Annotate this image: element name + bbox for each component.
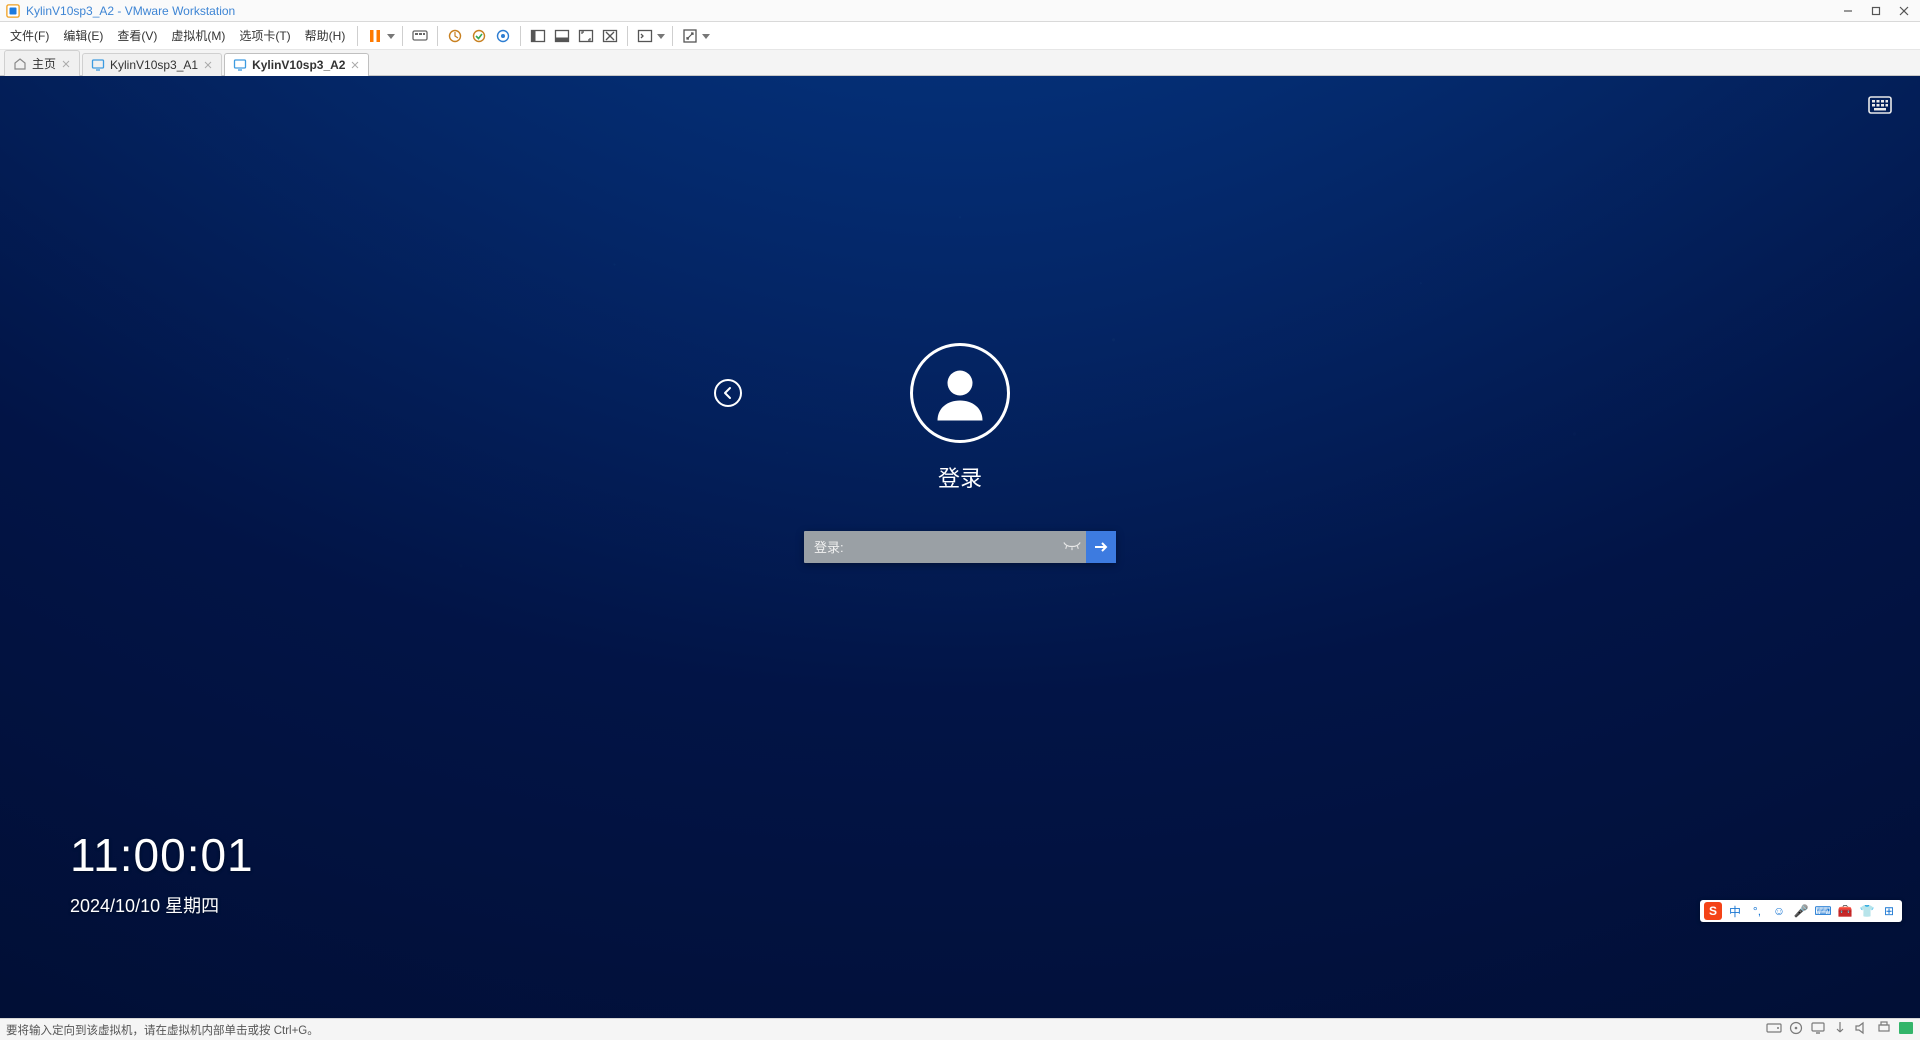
guest-display[interactable]: 登录 登录: 11:00:01 2024/10/10 星期四 S 中 °, ☺ … xyxy=(0,76,1920,1018)
console-icon[interactable] xyxy=(634,25,656,47)
net-icon[interactable] xyxy=(1810,1021,1826,1038)
sound-icon[interactable] xyxy=(1854,1021,1870,1038)
menubar: 文件(F) 编辑(E) 查看(V) 虚拟机(M) 选项卡(T) 帮助(H) xyxy=(0,22,1920,50)
ime-emoji-icon[interactable]: ☺ xyxy=(1770,902,1788,920)
close-button[interactable] xyxy=(1894,3,1914,19)
separator xyxy=(520,26,521,46)
tab-vm-a1-label: KylinV10sp3_A1 xyxy=(110,58,198,72)
snapshot-revert-icon[interactable] xyxy=(468,25,490,47)
ime-punc-icon[interactable]: °, xyxy=(1748,902,1766,920)
power-dropdown[interactable] xyxy=(386,25,396,47)
ime-mic-icon[interactable]: 🎤 xyxy=(1792,902,1810,920)
reveal-password-icon[interactable] xyxy=(1058,531,1086,563)
clock-date: 2024/10/10 星期四 xyxy=(70,892,254,918)
menu-vm[interactable]: 虚拟机(M) xyxy=(165,23,231,48)
statusbar-hint: 要将输入定向到该虚拟机，请在虚拟机内部单击或按 Ctrl+G。 xyxy=(6,1022,319,1038)
stretch-icon[interactable] xyxy=(679,25,701,47)
send-cad-icon[interactable] xyxy=(409,25,431,47)
stretch-dropdown[interactable] xyxy=(701,25,711,47)
snapshot-manage-icon[interactable] xyxy=(492,25,514,47)
close-icon[interactable] xyxy=(350,60,360,70)
clock-time: 11:00:01 xyxy=(70,828,254,882)
password-input[interactable] xyxy=(854,531,1058,563)
menu-tabs[interactable]: 选项卡(T) xyxy=(233,23,296,48)
console-dropdown[interactable] xyxy=(656,25,666,47)
snapshot-take-icon[interactable] xyxy=(444,25,466,47)
ime-logo-icon[interactable]: S xyxy=(1704,902,1722,920)
hdd-icon[interactable] xyxy=(1766,1021,1782,1038)
separator xyxy=(402,26,403,46)
ime-lang-icon[interactable]: 中 xyxy=(1726,902,1744,920)
tab-home[interactable]: 主页 xyxy=(4,50,80,76)
app-icon xyxy=(6,4,20,18)
statusbar: 要将输入定向到该虚拟机，请在虚拟机内部单击或按 Ctrl+G。 xyxy=(0,1018,1920,1040)
back-button[interactable] xyxy=(714,379,742,407)
password-placeholder: 登录: xyxy=(804,537,854,556)
vm-icon xyxy=(91,58,105,72)
minimize-button[interactable] xyxy=(1838,3,1858,19)
login-submit-button[interactable] xyxy=(1086,531,1116,563)
printer-icon[interactable] xyxy=(1876,1021,1892,1038)
password-field-wrap: 登录: xyxy=(804,531,1116,563)
user-avatar-icon xyxy=(910,343,1010,443)
separator xyxy=(672,26,673,46)
tabbar: 主页 KylinV10sp3_A1 KylinV10sp3_A2 xyxy=(0,50,1920,76)
cd-icon[interactable] xyxy=(1788,1021,1804,1038)
panel-left-icon[interactable] xyxy=(527,25,549,47)
ime-toolbar[interactable]: S 中 °, ☺ 🎤 ⌨ 🧰 👕 ⊞ xyxy=(1700,900,1902,922)
menu-file[interactable]: 文件(F) xyxy=(4,23,55,48)
titlebar: KylinV10sp3_A2 - VMware Workstation xyxy=(0,0,1920,22)
separator xyxy=(627,26,628,46)
maximize-button[interactable] xyxy=(1866,3,1886,19)
display-status-icon[interactable] xyxy=(1898,1021,1914,1038)
separator xyxy=(437,26,438,46)
unity-icon[interactable] xyxy=(599,25,621,47)
close-icon[interactable] xyxy=(203,60,213,70)
home-icon xyxy=(13,57,27,71)
login-panel: 登录 登录: xyxy=(804,343,1116,563)
ime-skin-icon[interactable]: 👕 xyxy=(1858,902,1876,920)
window-controls xyxy=(1838,3,1914,19)
login-label: 登录 xyxy=(938,461,982,493)
menu-view[interactable]: 查看(V) xyxy=(111,23,163,48)
pause-icon[interactable] xyxy=(364,25,386,47)
tab-vm-a2-label: KylinV10sp3_A2 xyxy=(252,58,345,72)
window-title: KylinV10sp3_A2 - VMware Workstation xyxy=(26,4,235,18)
panel-float-icon[interactable] xyxy=(551,25,573,47)
device-icons xyxy=(1766,1021,1914,1038)
ime-grid-icon[interactable]: ⊞ xyxy=(1880,902,1898,920)
onscreen-keyboard-icon[interactable] xyxy=(1868,96,1892,117)
ime-keyboard-icon[interactable]: ⌨ xyxy=(1814,902,1832,920)
menu-help[interactable]: 帮助(H) xyxy=(299,23,352,48)
menu-edit[interactable]: 编辑(E) xyxy=(57,23,109,48)
tab-vm-a1[interactable]: KylinV10sp3_A1 xyxy=(82,53,222,76)
vm-icon xyxy=(233,58,247,72)
ime-tool-icon[interactable]: 🧰 xyxy=(1836,902,1854,920)
separator xyxy=(357,26,358,46)
tab-vm-a2[interactable]: KylinV10sp3_A2 xyxy=(224,53,369,76)
usb-status-icon[interactable] xyxy=(1832,1021,1848,1038)
fullscreen-icon[interactable] xyxy=(575,25,597,47)
tab-home-label: 主页 xyxy=(32,55,56,72)
close-icon[interactable] xyxy=(61,59,71,69)
lockscreen-clock: 11:00:01 2024/10/10 星期四 xyxy=(70,828,254,918)
